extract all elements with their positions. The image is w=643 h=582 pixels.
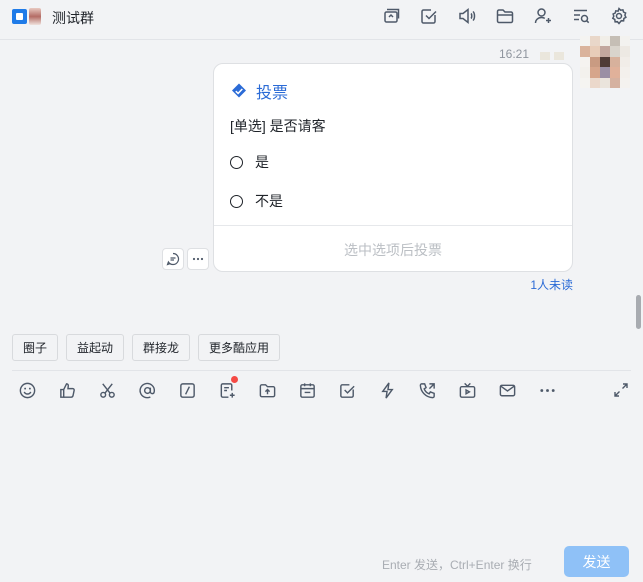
message-actions <box>162 248 209 270</box>
more-icon[interactable] <box>187 248 209 270</box>
call-icon[interactable] <box>417 380 437 400</box>
expand-icon[interactable] <box>613 382 629 398</box>
vote-option-label: 是 <box>255 154 269 170</box>
group-name[interactable]: 测试群 <box>52 8 94 28</box>
radio-button[interactable] <box>230 155 243 169</box>
mail-icon[interactable] <box>497 380 517 400</box>
sender-name-redacted <box>540 52 566 60</box>
lightning-icon[interactable] <box>377 380 397 400</box>
vote-option-label: 不是 <box>255 193 283 209</box>
screen-share-icon[interactable] <box>379 5 403 27</box>
task-check-icon[interactable] <box>417 5 441 27</box>
chat-header: 测试群 <box>0 0 643 40</box>
calendar-icon[interactable] <box>297 380 317 400</box>
quick-app-more[interactable]: 更多酷应用 <box>198 334 281 361</box>
sender-avatar[interactable] <box>580 36 630 88</box>
live-icon[interactable] <box>457 380 477 400</box>
todo-icon[interactable] <box>337 380 357 400</box>
folder-icon[interactable] <box>493 5 517 27</box>
reply-icon[interactable] <box>162 248 184 270</box>
header-toolbar <box>379 5 631 27</box>
vote-card: 投票 [单选] 是否请客 是 不是 选中选项后投票 <box>213 63 573 272</box>
emoji-icon[interactable] <box>17 380 37 400</box>
notification-dot <box>231 376 238 383</box>
doc-add-icon[interactable] <box>217 376 238 400</box>
vote-title: 投票 <box>230 79 288 103</box>
add-member-icon[interactable] <box>531 5 555 27</box>
member-avatar-thumb <box>29 7 41 25</box>
message-composer[interactable]: Enter 发送，Ctrl+Enter 换行 发送 <box>0 370 643 582</box>
divider <box>12 370 631 371</box>
group-avatar-icon <box>12 8 27 24</box>
radio-button[interactable] <box>230 194 243 208</box>
vote-question: [单选] 是否请客 <box>230 118 326 134</box>
unread-count[interactable]: 1人未读 <box>530 276 573 293</box>
send-button[interactable]: 发送 <box>564 546 629 577</box>
thumbs-up-icon[interactable] <box>57 380 77 400</box>
slash-command-icon[interactable] <box>177 380 197 400</box>
scrollbar[interactable] <box>636 295 641 329</box>
quick-app-relay[interactable]: 群接龙 <box>132 334 191 361</box>
vote-option-1[interactable]: 是 <box>230 152 269 172</box>
composer-toolbar <box>17 376 557 400</box>
quick-app-charity[interactable]: 益起动 <box>66 334 125 361</box>
settings-gear-icon[interactable] <box>607 5 631 27</box>
search-history-icon[interactable] <box>569 5 593 27</box>
more-icon[interactable] <box>537 380 557 400</box>
group-avatar[interactable] <box>12 5 42 27</box>
vote-icon <box>232 83 246 98</box>
quick-apps: 圈子 益起动 群接龙 更多酷应用 <box>12 334 281 361</box>
vote-label: 投票 <box>256 85 289 102</box>
announcement-icon[interactable] <box>455 5 479 27</box>
message-time: 16:21 <box>498 47 529 61</box>
mention-icon[interactable] <box>137 380 157 400</box>
scissors-icon[interactable] <box>97 380 117 400</box>
send-hint: Enter 发送，Ctrl+Enter 换行 <box>382 558 532 572</box>
divider <box>214 225 572 226</box>
vote-option-2[interactable]: 不是 <box>230 191 283 211</box>
vote-submit-button[interactable]: 选中选项后投票 <box>214 240 572 260</box>
upload-icon[interactable] <box>257 380 277 400</box>
quick-app-circle[interactable]: 圈子 <box>12 334 59 361</box>
